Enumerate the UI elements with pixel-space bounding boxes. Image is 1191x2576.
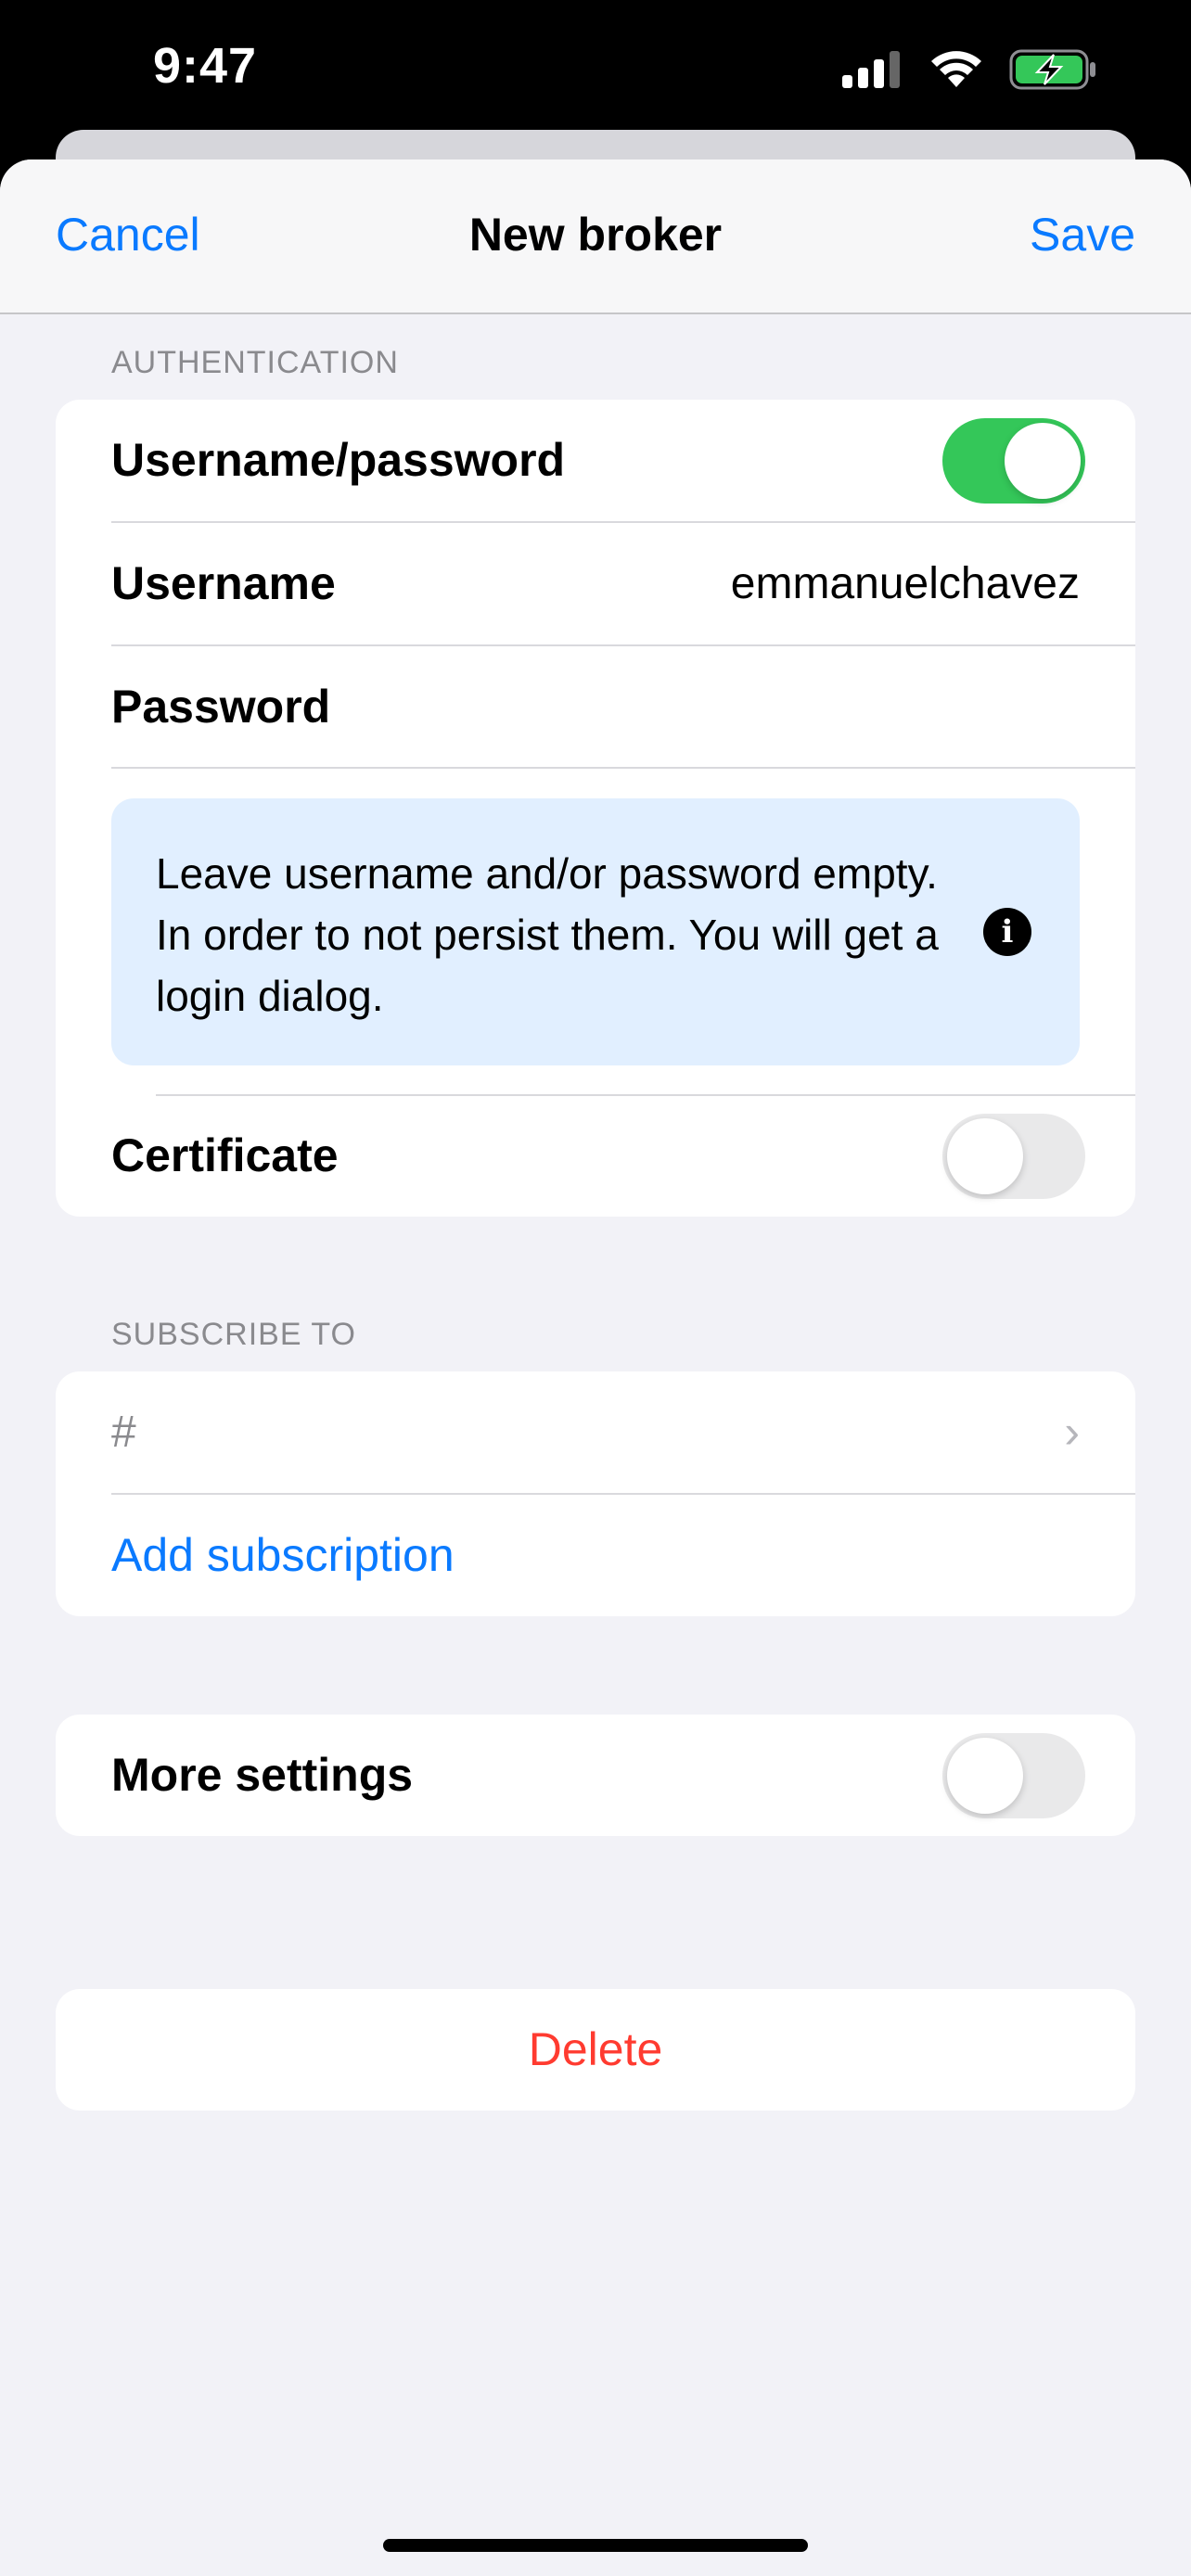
delete-row[interactable]: Delete [56, 1989, 1135, 2111]
toggle-knob [947, 1118, 1023, 1194]
info-text: Leave username and/or password empty. In… [156, 849, 939, 1020]
more-settings-toggle[interactable] [942, 1733, 1085, 1818]
subscription-topic: # [111, 1408, 136, 1457]
home-indicator [383, 2539, 808, 2552]
username-password-row: Username/password [56, 400, 1135, 521]
info-callout: Leave username and/or password empty. In… [111, 798, 1080, 1065]
toggle-knob [947, 1738, 1023, 1814]
separator [111, 767, 1135, 769]
certificate-row: Certificate [56, 1095, 1135, 1217]
modal-sheet: Cancel New broker Save AUTHENTICATION Us… [0, 159, 1191, 2576]
certificate-toggle[interactable] [942, 1114, 1085, 1199]
status-bar: 9:47 [0, 0, 1191, 130]
delete-button[interactable]: Delete [56, 1989, 1135, 2111]
add-subscription-button[interactable]: Add subscription [111, 1495, 455, 1616]
more-settings-row: More settings [56, 1715, 1135, 1836]
chevron-right-icon: › [1064, 1406, 1080, 1458]
section-header-authentication: AUTHENTICATION [111, 345, 399, 380]
add-subscription-row[interactable]: Add subscription [56, 1495, 1135, 1616]
certificate-label: Certificate [111, 1129, 339, 1181]
username-password-label: Username/password [111, 434, 566, 486]
toggle-knob [1005, 423, 1081, 499]
password-row[interactable]: Password [56, 646, 1135, 768]
username-label: Username [111, 557, 336, 609]
battery-charging-icon [1009, 49, 1095, 90]
subscribe-group: # › Add subscription [56, 1371, 1135, 1616]
navbar: Cancel New broker Save [0, 159, 1191, 314]
authentication-group: Username/password Username emmanuelchave… [56, 400, 1135, 1217]
status-time: 9:47 [153, 38, 258, 94]
status-icons [842, 46, 1098, 93]
username-field[interactable]: emmanuelchavez [731, 523, 1080, 644]
info-icon: i [983, 908, 1031, 956]
username-row[interactable]: Username emmanuelchavez [56, 523, 1135, 644]
page-title: New broker [468, 209, 723, 261]
subscription-row[interactable]: # › [56, 1371, 1135, 1493]
wifi-icon [931, 51, 981, 87]
username-password-toggle[interactable] [942, 418, 1085, 504]
save-button[interactable]: Save [1030, 208, 1135, 261]
section-header-subscribe: SUBSCRIBE TO [111, 1317, 356, 1352]
more-settings-label: More settings [111, 1749, 414, 1801]
cellular-signal-icon [842, 51, 900, 88]
password-label: Password [111, 681, 331, 733]
delete-group: Delete [56, 1989, 1135, 2111]
more-settings-group: More settings [56, 1715, 1135, 1836]
